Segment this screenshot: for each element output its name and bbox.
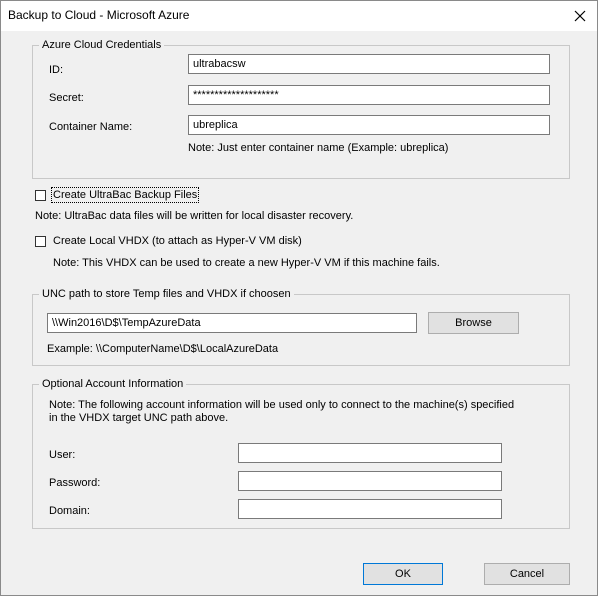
secret-label: Secret: [49, 92, 84, 104]
title-bar: Backup to Cloud - Microsoft Azure [1, 1, 597, 31]
backup-to-cloud-dialog: Backup to Cloud - Microsoft Azure Azure … [0, 0, 598, 596]
unc-path-input[interactable] [47, 313, 417, 333]
account-note: Note: The following account information … [49, 399, 515, 424]
cancel-button[interactable]: Cancel [484, 563, 570, 585]
azure-credentials-legend: Azure Cloud Credentials [42, 39, 162, 51]
id-input[interactable] [188, 54, 550, 74]
browse-button[interactable]: Browse [428, 312, 519, 334]
id-label: ID: [49, 64, 64, 76]
container-name-note: Note: Just enter container name (Example… [188, 142, 449, 154]
create-backup-files-label[interactable]: Create UltraBac Backup Files [50, 187, 200, 203]
password-label: Password: [49, 477, 101, 489]
secret-input[interactable] [188, 85, 550, 105]
create-local-vhdx-label[interactable]: Create Local VHDX (to attach as Hyper-V … [53, 235, 302, 247]
user-input[interactable] [238, 443, 502, 463]
container-name-input[interactable] [188, 115, 550, 135]
container-name-label: Container Name: [49, 121, 133, 133]
unc-path-example: Example: \\ComputerName\D$\LocalAzureDat… [47, 343, 279, 355]
create-local-vhdx-checkbox[interactable] [35, 236, 46, 247]
window-title: Backup to Cloud - Microsoft Azure [8, 8, 190, 22]
optional-account-legend: Optional Account Information [42, 378, 184, 390]
domain-input[interactable] [238, 499, 502, 519]
unc-path-legend: UNC path to store Temp files and VHDX if… [42, 288, 291, 300]
domain-label: Domain: [49, 505, 90, 517]
close-button[interactable] [563, 1, 597, 31]
close-icon [574, 10, 586, 22]
backup-files-note: Note: UltraBac data files will be writte… [35, 210, 354, 222]
create-backup-files-checkbox[interactable] [35, 190, 46, 201]
password-input[interactable] [238, 471, 502, 491]
user-label: User: [49, 449, 76, 461]
ok-button[interactable]: OK [363, 563, 443, 585]
local-vhdx-note: Note: This VHDX can be used to create a … [53, 257, 440, 269]
